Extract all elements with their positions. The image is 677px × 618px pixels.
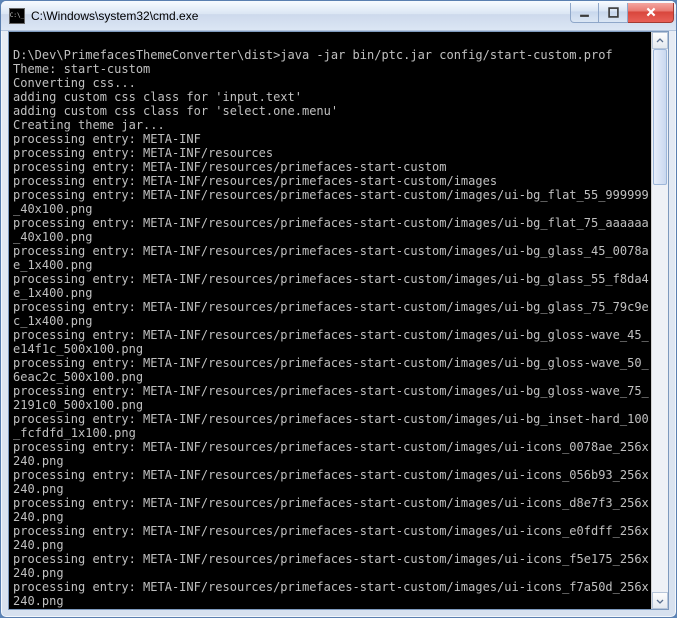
client-area: D:\Dev\PrimefacesThemeConverter\dist>jav…: [8, 31, 669, 610]
close-button[interactable]: [628, 3, 674, 23]
scrollbar-track[interactable]: [652, 49, 668, 592]
scroll-up-button[interactable]: [652, 32, 668, 49]
window-title: C:\Windows\system32\cmd.exe: [31, 9, 570, 23]
console-output[interactable]: D:\Dev\PrimefacesThemeConverter\dist>jav…: [9, 32, 651, 609]
scrollbar-thumb[interactable]: [653, 49, 667, 185]
minimize-button[interactable]: [570, 3, 599, 23]
titlebar[interactable]: C:\Windows\system32\cmd.exe: [1, 1, 676, 31]
chevron-down-icon: [656, 597, 664, 605]
close-icon: [645, 6, 657, 18]
chevron-up-icon: [656, 37, 664, 45]
scroll-down-button[interactable]: [652, 592, 668, 609]
cmd-window: C:\Windows\system32\cmd.exe D:\Dev\Prime…: [0, 0, 677, 618]
vertical-scrollbar[interactable]: [651, 32, 668, 609]
minimize-icon: [579, 7, 590, 18]
window-controls: [570, 3, 674, 23]
maximize-button[interactable]: [599, 3, 628, 23]
cmd-icon: [9, 8, 25, 24]
maximize-icon: [608, 7, 619, 18]
